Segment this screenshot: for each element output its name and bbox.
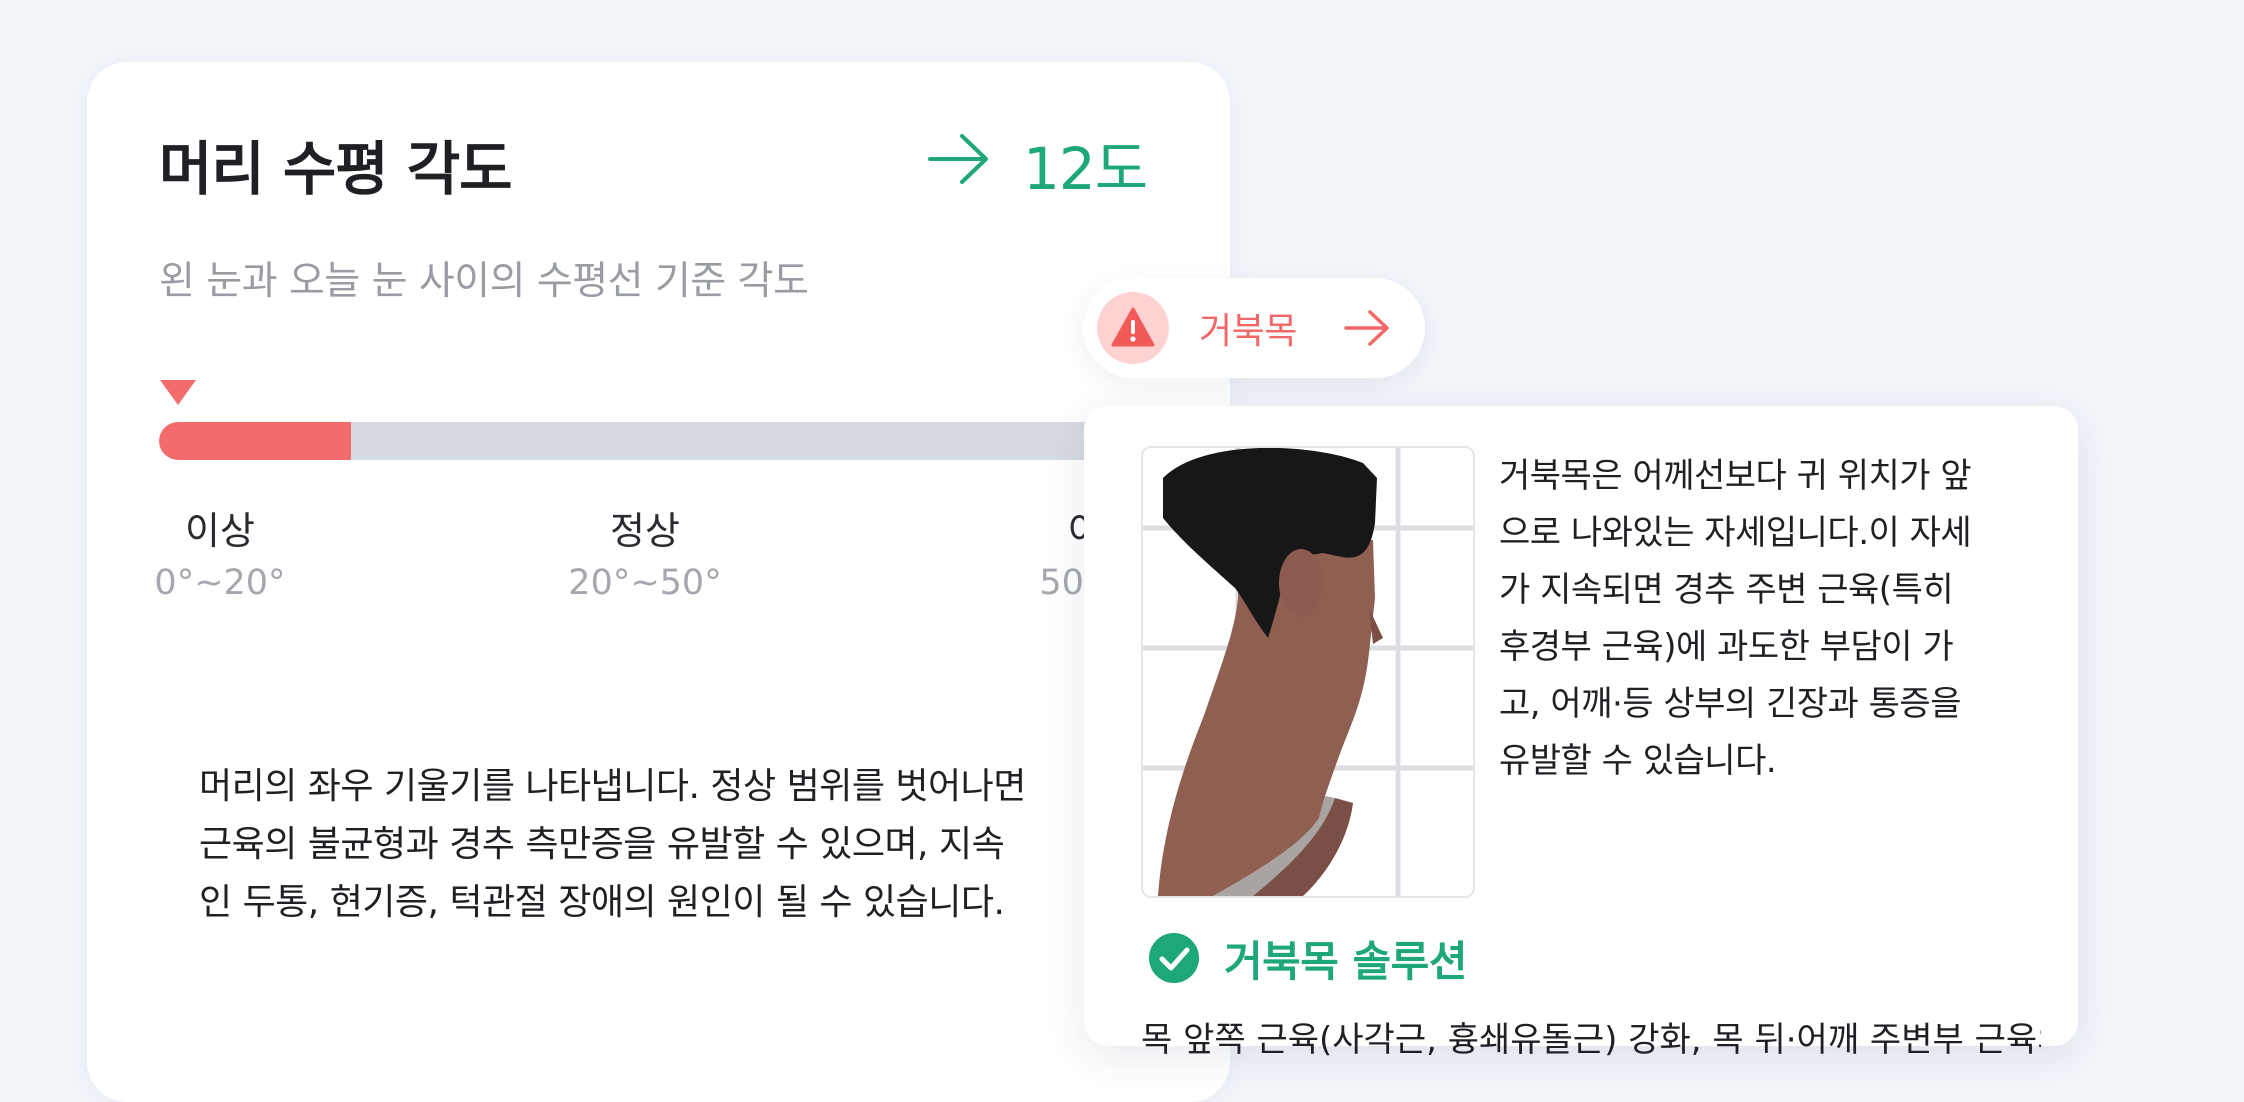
check-circle-icon: [1149, 933, 1199, 983]
turtle-neck-badge[interactable]: 거북목: [1083, 278, 1425, 378]
solution-text: 목 앞쪽 근육(사각근, 흉쇄유돌근) 강화, 목 뒤·어깨 주변부 근육의: [1141, 1020, 2041, 1060]
angle-value: 12도: [1023, 135, 1148, 203]
posture-photo: [1141, 446, 1475, 898]
side-profile-image: [1143, 448, 1473, 896]
turtle-neck-detail-card: 거북목은 어께선보다 귀 위치가 앞 으로 나와있는 자세입니다.이 자세 가 …: [1084, 406, 2078, 1060]
head-angle-card: 머리 수평 각도 12도 왼 눈과 오늘 눈 사이의 수평선 기준 각도 이상 …: [87, 62, 1239, 1102]
range-label: 이상: [185, 509, 255, 553]
angle-gauge: [159, 422, 1239, 460]
warning-badge-circle: [1097, 292, 1169, 364]
range-label: 정상: [610, 509, 680, 553]
card-subtitle: 왼 눈과 오늘 눈 사이의 수평선 기준 각도: [159, 259, 809, 304]
arrow-right-icon: [928, 134, 988, 184]
warning-triangle-icon: [1111, 307, 1155, 347]
solution-title: 거북목 솔루션: [1224, 937, 1467, 986]
badge-label: 거북목: [1199, 311, 1297, 352]
arrow-right-icon: [1344, 310, 1389, 346]
turtle-neck-description: 거북목은 어께선보다 귀 위치가 앞 으로 나와있는 자세입니다.이 자세 가 …: [1499, 456, 1972, 781]
range-abnormal-low: 이상 0°~20°: [110, 500, 330, 603]
card-title: 머리 수평 각도: [159, 135, 513, 203]
range-value: 20°~50°: [568, 563, 722, 603]
gauge-fill: [159, 422, 352, 460]
range-value: 0°~20°: [154, 563, 286, 603]
gauge-marker-icon: [160, 380, 196, 405]
range-normal: 정상 20°~50°: [535, 500, 755, 603]
